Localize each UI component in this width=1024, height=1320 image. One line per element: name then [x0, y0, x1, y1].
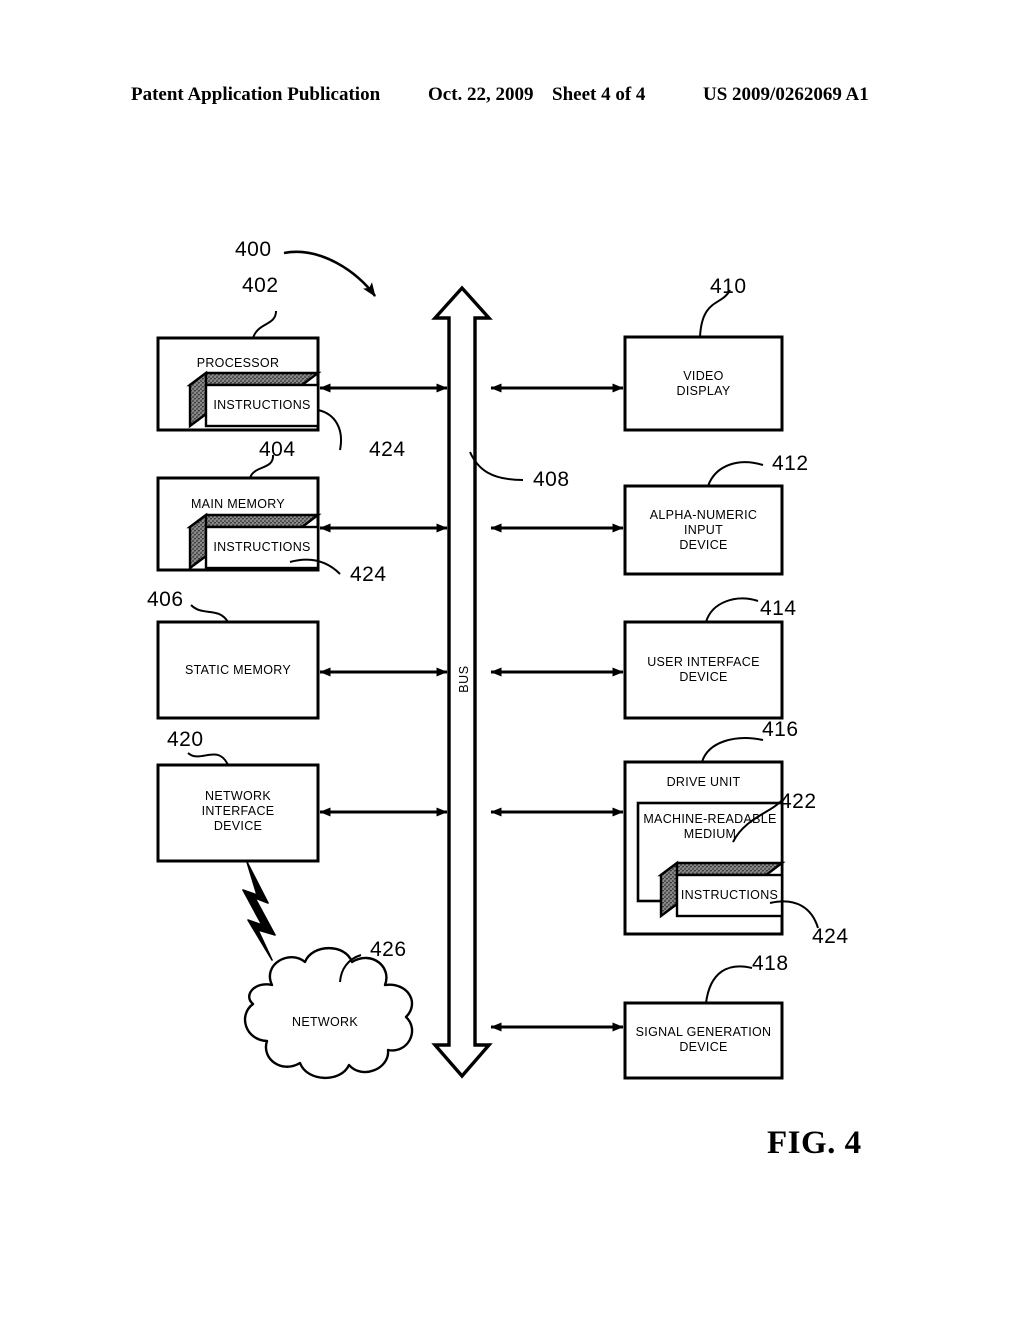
- network-cloud-shape: [243, 947, 414, 1080]
- block-video-display: [623, 335, 784, 432]
- ref-number-408: 408: [533, 468, 570, 491]
- ref-number-412: 412: [772, 452, 809, 475]
- ref-number-410: 410: [710, 275, 747, 298]
- figure-drawing: [156, 250, 819, 1080]
- block-user-interface: [623, 620, 784, 720]
- leader-line-400: [283, 250, 377, 297]
- label-bus: BUS: [457, 665, 471, 693]
- ref-number-422: 422: [780, 790, 817, 813]
- patent-figure: PROCESSOR INSTRUCTIONS MAIN MEMORY INSTR…: [0, 0, 1024, 1320]
- figure-caption: FIG. 4: [767, 1125, 862, 1161]
- lightning-bolt-icon: [242, 861, 276, 961]
- ref-number-424-drive-unit: 424: [812, 925, 849, 948]
- instructions-block-drive-unit: [657, 860, 786, 919]
- leader-line-420: [187, 752, 229, 766]
- leader-line-402: [252, 310, 277, 339]
- ref-number-424-main-memory: 424: [350, 563, 387, 586]
- leader-line-412: [707, 461, 764, 487]
- ref-number-402: 402: [242, 274, 279, 297]
- block-network-interface: [156, 763, 320, 863]
- leader-line-408: [469, 451, 524, 481]
- leader-line-414: [705, 597, 759, 623]
- block-alpha-numeric-input: [623, 484, 784, 576]
- ref-number-406: 406: [147, 588, 184, 611]
- ref-number-424-processor: 424: [369, 438, 406, 461]
- leader-line-406: [190, 604, 229, 623]
- ref-number-420: 420: [167, 728, 204, 751]
- ref-number-416: 416: [762, 718, 799, 741]
- ref-number-414: 414: [760, 597, 797, 620]
- block-signal-generation: [623, 1001, 784, 1080]
- ref-number-400: 400: [235, 238, 272, 261]
- ref-number-418: 418: [752, 952, 789, 975]
- leader-line-418: [705, 965, 753, 1004]
- ref-number-404: 404: [259, 438, 296, 461]
- leader-line-424-processor: [317, 409, 342, 451]
- block-static-memory: [156, 620, 320, 720]
- ref-number-426: 426: [370, 938, 407, 961]
- instructions-block-processor: [186, 370, 322, 429]
- leader-line-416: [701, 737, 764, 763]
